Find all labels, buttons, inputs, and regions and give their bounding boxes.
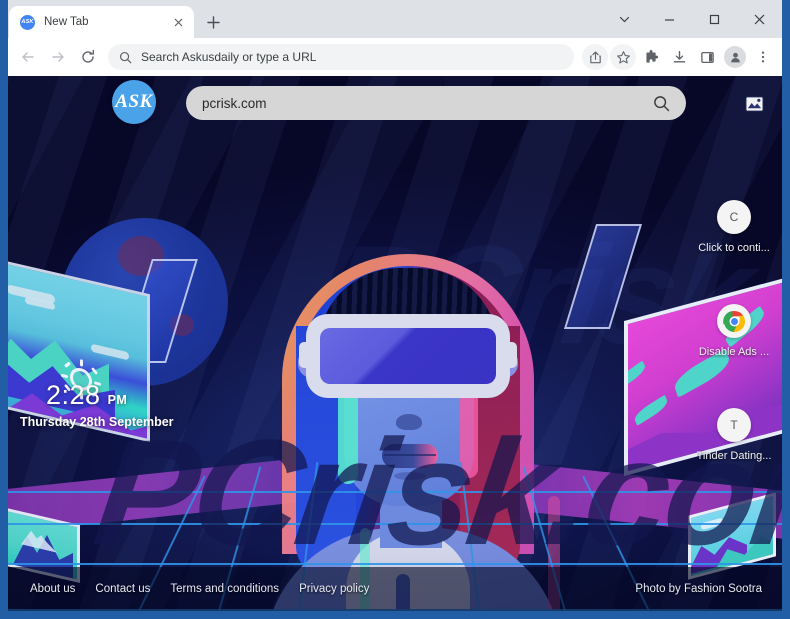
new-tab-button[interactable] [200,9,226,35]
search-input-value: pcrisk.com [202,95,267,111]
letter-avatar: C [717,200,751,234]
page-footer: About us Contact us Terms and conditions… [8,567,782,611]
search-input[interactable]: pcrisk.com [186,86,686,120]
footer-link-privacy[interactable]: Privacy policy [299,583,369,595]
extensions-puzzle-icon[interactable] [638,44,664,70]
image-icon[interactable] [744,96,764,112]
maximize-icon[interactable] [692,4,737,34]
photo-credit: Photo by Fashion Sootra [635,583,762,595]
share-icon[interactable] [582,44,608,70]
reload-icon[interactable] [74,43,102,71]
chrome-logo-icon [717,304,751,338]
address-bar[interactable]: Search Askusdaily or type a URL [108,44,574,70]
search-icon[interactable] [653,95,670,112]
current-date: Thursday 28th September [20,415,174,429]
close-icon[interactable] [737,4,782,34]
ask-logo-label: ASK [115,91,153,112]
letter-avatar: T [717,408,751,442]
shortcut-label: Click to conti... [698,242,770,254]
page-overlay-ui: ASK pcrisk.com C Click to conti... Disab… [8,76,782,611]
chevron-down-icon[interactable] [602,4,647,34]
tab-title: New Tab [44,16,89,28]
clock-time: 2:28 [46,380,101,410]
download-icon[interactable] [666,44,692,70]
footer-link-about-us[interactable]: About us [30,583,75,595]
clock-ampm: PM [107,393,128,407]
footer-links: About us Contact us Terms and conditions… [8,583,369,595]
profile-avatar-icon[interactable] [724,46,746,68]
browser-tab[interactable]: ASK New Tab [9,6,194,38]
shortcut-label: Tinder Dating... [696,450,772,462]
shortcut-label: Disable Ads ... [698,346,770,358]
browser-toolbar: Search Askusdaily or type a URL [8,38,782,76]
minimize-icon[interactable] [647,4,692,34]
more-vertical-icon[interactable] [750,44,776,70]
ask-logo-icon: ASK [20,14,35,30]
arrow-back-icon[interactable] [14,43,42,71]
shortcut-disable-ads[interactable]: Disable Ads ... [688,304,780,358]
side-panel-icon[interactable] [694,44,720,70]
close-icon[interactable] [170,14,186,30]
arrow-forward-icon[interactable] [44,43,72,71]
footer-link-contact-us[interactable]: Contact us [95,583,150,595]
new-tab-page: PCrisk.com ASK pcrisk.com C Click to con… [8,76,782,611]
ask-logo-icon[interactable]: ASK [112,80,156,124]
browser-window: ASK New Tab Search Askusdaily or type a … [0,0,790,619]
address-bar-placeholder: Search Askusdaily or type a URL [141,50,317,64]
shortcut-click-to-continue[interactable]: C Click to conti... [688,200,780,254]
clock: 2:28 PM [46,380,127,411]
footer-link-terms[interactable]: Terms and conditions [170,583,279,595]
window-controls [602,0,782,38]
search-icon [119,51,132,64]
shortcut-tinder-dating[interactable]: T Tinder Dating... [688,408,780,462]
bookmark-star-icon[interactable] [610,44,636,70]
